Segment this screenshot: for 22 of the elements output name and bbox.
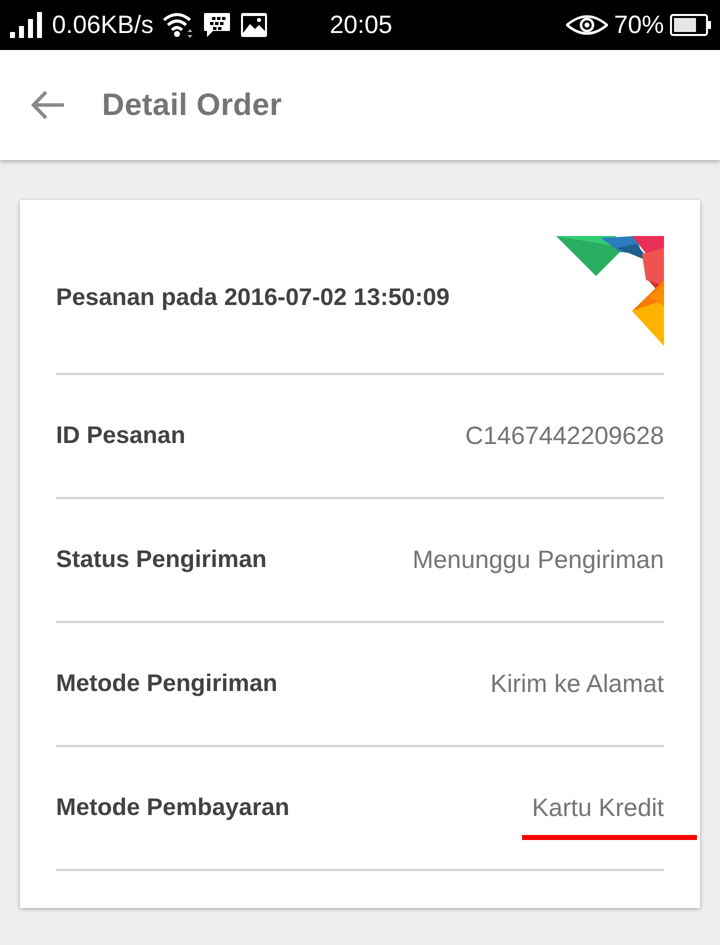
battery-icon xyxy=(670,14,712,36)
network-speed: 0.06KB/s xyxy=(52,10,154,40)
image-icon xyxy=(241,13,268,37)
back-arrow-icon xyxy=(31,90,65,120)
wifi-icon xyxy=(163,12,194,38)
eye-icon xyxy=(566,14,608,36)
chat-bubble-icon xyxy=(203,12,232,38)
detail-label: Metode Pembayaran xyxy=(56,794,290,822)
detail-label: ID Pesanan xyxy=(56,422,186,450)
battery-percent: 70% xyxy=(614,10,664,40)
detail-label: Metode Pengiriman xyxy=(56,670,278,698)
polygon-logo-icon xyxy=(556,236,664,346)
clock-time: 20:05 xyxy=(328,10,394,40)
detail-value: Menunggu Pengiriman xyxy=(412,546,664,574)
detail-label: Status Pengiriman xyxy=(56,546,267,574)
signal-icon xyxy=(10,12,42,38)
detail-value: Kirim ke Alamat xyxy=(490,670,664,698)
page-title: Detail Order xyxy=(102,87,282,123)
detail-value: Kartu Kredit xyxy=(532,794,664,822)
detail-value: C1467442209628 xyxy=(465,422,664,450)
back-button[interactable] xyxy=(30,89,66,121)
order-date: Pesanan pada 2016-07-02 13:50:09 xyxy=(56,284,450,312)
